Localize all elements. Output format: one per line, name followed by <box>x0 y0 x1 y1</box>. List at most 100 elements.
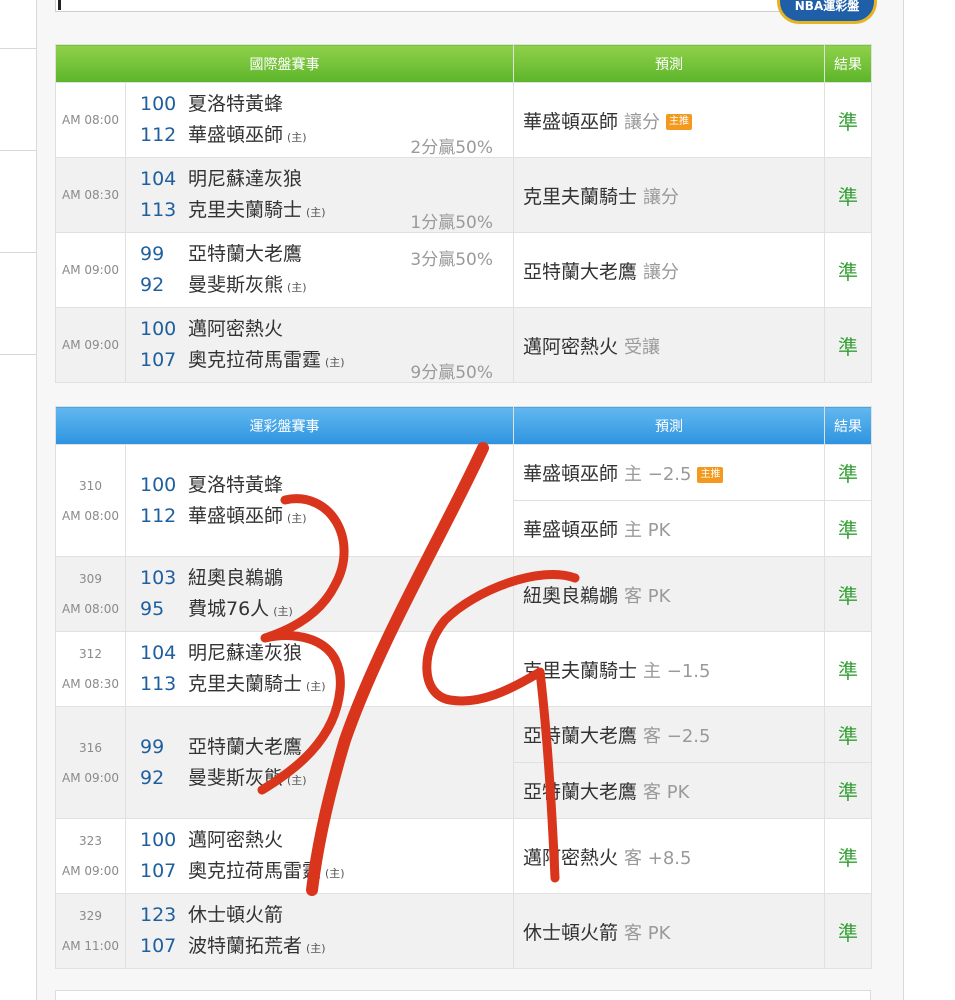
game-code-time: 312 AM 08:30 <box>55 631 126 707</box>
pick-line: 客 +8.5 <box>624 847 692 869</box>
pick-line: 客 PK <box>643 782 690 803</box>
away-score: 123 <box>140 904 177 926</box>
home-team-name: 曼斐斯灰熊 <box>188 766 284 789</box>
game-code: 323 <box>79 834 102 848</box>
home-mark: (主) <box>287 281 307 294</box>
pick-line: 主 −1.5 <box>643 660 711 682</box>
home-mark: (主) <box>273 605 293 618</box>
home-mark: (主) <box>306 206 326 219</box>
spread-result: 2分贏50% <box>410 138 493 158</box>
away-team-row: 104 明尼蘇達灰狼 <box>140 164 513 195</box>
pick-team: 邁阿密熱火 <box>523 846 619 869</box>
away-score: 99 <box>140 243 165 265</box>
away-score: 100 <box>140 318 177 340</box>
game-code: 309 <box>79 572 102 586</box>
game-time: AM 09:00 <box>55 307 126 383</box>
home-team-row: 113 克里夫蘭騎士 (主) <box>140 669 513 700</box>
game-row[interactable]: 312 AM 08:30 104 明尼蘇達灰狼 113 克里夫蘭騎士 (主) 克里夫蘭… <box>55 631 872 707</box>
away-team-row: 99 亞特蘭大老鷹 <box>140 732 513 763</box>
prediction-cell: 亞特蘭大老鷹 讓分 <box>513 232 825 308</box>
home-score: 107 <box>140 349 177 371</box>
nba-lottery-logo: NBA運彩盤 <box>777 0 877 24</box>
home-team-row: 92 曼斐斯灰熊 (主) <box>140 270 513 301</box>
spread-result: 9分贏50% <box>410 363 493 383</box>
pick-team: 華盛頓巫師 <box>523 519 619 541</box>
away-score: 100 <box>140 473 177 496</box>
away-team-name: 休士頓火箭 <box>188 904 284 926</box>
sidebar-divider <box>0 48 36 49</box>
pick-type: 讓分 <box>643 186 680 208</box>
matchup-cell: 99 亞特蘭大老鷹 92 曼斐斯灰熊 (主) <box>125 706 514 819</box>
game-row[interactable]: AM 08:00 100 夏洛特黃蜂 112 華盛頓巫師 (主) 2分贏50% 華盛頓… <box>55 82 872 158</box>
result-cell: 準 <box>824 82 872 158</box>
home-score: 107 <box>140 860 177 882</box>
game-time: AM 08:00 <box>62 602 119 616</box>
prediction-cell: 邁阿密熱火 受讓 <box>513 307 825 383</box>
game-row[interactable]: AM 08:30 104 明尼蘇達灰狼 113 克里夫蘭騎士 (主) 1分贏50% 克… <box>55 157 872 233</box>
away-score: 104 <box>140 642 177 664</box>
away-score: 100 <box>140 93 177 115</box>
game-time: AM 09:00 <box>62 864 119 878</box>
home-score: 95 <box>140 598 165 620</box>
game-row[interactable]: 323 AM 09:00 100 邁阿密熱火 107 奧克拉荷馬雷霆 (主) 邁阿密熱… <box>55 818 872 894</box>
home-team-row: 112 華盛頓巫師 (主) <box>140 501 513 532</box>
away-team-name: 夏洛特黃蜂 <box>188 473 284 496</box>
game-row[interactable]: 309 AM 08:00 103 紐奧良鵜鶘 95 費城76人 (主) 紐奧良鵜鶘客 … <box>55 556 872 632</box>
game-row[interactable]: 310 AM 08:00 100 夏洛特黃蜂 112 華盛頓巫師 (主) 華盛頓巫師主… <box>55 444 872 557</box>
header-prediction: 預測 <box>513 406 825 445</box>
pick-team: 亞特蘭大老鷹 <box>523 781 638 803</box>
result-cell: 準 <box>824 444 872 501</box>
game-time: AM 11:00 <box>62 939 119 953</box>
home-team-row: 107 波特蘭拓荒者 (主) <box>140 931 513 962</box>
pick-type: 讓分 <box>643 261 680 283</box>
sidebar-divider <box>0 150 36 151</box>
game-code-time: 310 AM 08:00 <box>55 444 126 557</box>
header-result: 結果 <box>824 406 872 445</box>
pick-team: 克里夫蘭騎士 <box>523 185 638 208</box>
result-cell: 準 <box>824 893 872 969</box>
home-score: 92 <box>140 766 165 789</box>
sidebar-divider <box>0 354 36 355</box>
matchup-cell: 103 紐奧良鵜鶘 95 費城76人 (主) <box>125 556 514 632</box>
result-cell: 準 <box>824 556 872 632</box>
game-row[interactable]: AM 09:00 100 邁阿密熱火 107 奧克拉荷馬雷霆 (主) 9分贏50% 邁… <box>55 307 872 383</box>
home-team-name: 奧克拉荷馬雷霆 <box>188 349 322 371</box>
away-team-name: 紐奧良鵜鶘 <box>188 567 284 589</box>
home-mark: (主) <box>287 773 307 787</box>
header-result: 結果 <box>824 44 872 83</box>
home-mark: (主) <box>306 942 326 955</box>
home-mark: (主) <box>287 511 307 525</box>
home-team-name: 華盛頓巫師 <box>188 504 284 527</box>
top-search-box[interactable] <box>55 0 869 12</box>
prediction-cell: 紐奧良鵜鶘客 PK <box>513 556 825 632</box>
game-code-time: 316 AM 09:00 <box>55 706 126 819</box>
matchup-cell: 100 邁阿密熱火 107 奧克拉荷馬雷霆 (主) 9分贏50% <box>125 307 514 383</box>
prediction-cell: 華盛頓巫師主 −2.5 主推 <box>513 444 825 501</box>
pick-line: 主 −2.5 <box>624 464 692 485</box>
home-score: 112 <box>140 504 177 527</box>
sports-lottery-games-table: 運彩盤賽事 預測 結果 310 AM 08:00 100 夏洛特黃蜂 112 華盛頓… <box>55 406 872 969</box>
text-cursor <box>58 0 61 10</box>
prediction-cell: 華盛頓巫師主 PK <box>513 500 825 557</box>
header-games: 國際盤賽事 <box>55 44 514 83</box>
pick-team: 華盛頓巫師 <box>523 463 619 485</box>
away-score: 104 <box>140 168 177 190</box>
away-team-row: 100 夏洛特黃蜂 <box>140 89 513 120</box>
home-score: 112 <box>140 124 177 146</box>
away-team-row: 123 休士頓火箭 <box>140 900 513 931</box>
game-code: 310 <box>79 478 102 493</box>
home-team-name: 奧克拉荷馬雷霆 <box>188 860 322 882</box>
pick-team: 紐奧良鵜鶘 <box>523 584 619 607</box>
featured-pick-badge: 主推 <box>697 466 724 483</box>
away-team-row: 100 邁阿密熱火 <box>140 314 513 345</box>
game-row[interactable]: AM 09:00 99 亞特蘭大老鷹 92 曼斐斯灰熊 (主) 3分贏50% 亞特蘭大… <box>55 232 872 308</box>
game-time: AM 09:00 <box>62 770 119 785</box>
header-games: 運彩盤賽事 <box>55 406 514 445</box>
matchup-cell: 123 休士頓火箭 107 波特蘭拓荒者 (主) <box>125 893 514 969</box>
home-score: 113 <box>140 673 177 695</box>
game-row[interactable]: 329 AM 11:00 123 休士頓火箭 107 波特蘭拓荒者 (主) 休士頓火箭… <box>55 893 872 969</box>
game-row[interactable]: 316 AM 09:00 99 亞特蘭大老鷹 92 曼斐斯灰熊 (主) 亞特蘭大老鷹客… <box>55 706 872 819</box>
prediction-cell: 克里夫蘭騎士 讓分 <box>513 157 825 233</box>
away-team-row: 100 邁阿密熱火 <box>140 825 513 856</box>
away-team-name: 夏洛特黃蜂 <box>188 93 284 115</box>
